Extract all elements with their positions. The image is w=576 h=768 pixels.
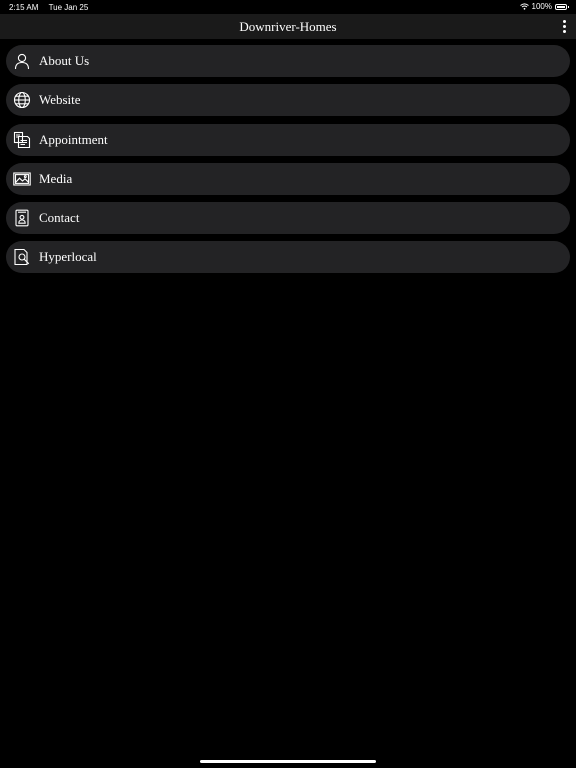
wifi-icon bbox=[519, 3, 529, 10]
menu-item-label: Hyperlocal bbox=[39, 249, 97, 265]
menu-item-contact[interactable]: Contact bbox=[6, 202, 570, 235]
menu-item-label: Media bbox=[39, 170, 73, 186]
menu-list: About Us Website Appointment Media Conta… bbox=[6, 45, 570, 281]
contact-card-icon bbox=[12, 208, 32, 228]
home-indicator[interactable] bbox=[200, 760, 376, 763]
menu-item-website[interactable]: Website bbox=[6, 84, 570, 117]
image-icon bbox=[12, 169, 32, 189]
menu-item-media[interactable]: Media bbox=[6, 162, 570, 195]
menu-item-appointment[interactable]: Appointment bbox=[6, 123, 570, 156]
battery-level bbox=[557, 5, 565, 8]
document-search-icon bbox=[12, 247, 32, 267]
status-bar: 2:15 AM Tue Jan 25 100% bbox=[0, 0, 576, 14]
battery-icon bbox=[555, 3, 569, 10]
status-time: 2:15 AM bbox=[9, 3, 39, 12]
menu-item-label: Contact bbox=[39, 210, 80, 226]
menu-item-label: Appointment bbox=[39, 131, 108, 147]
documents-icon bbox=[12, 130, 32, 150]
person-icon bbox=[12, 51, 32, 71]
battery-percent: 100% bbox=[531, 2, 552, 11]
status-left: 2:15 AM Tue Jan 25 bbox=[9, 3, 88, 12]
more-options-button[interactable] bbox=[560, 17, 568, 35]
menu-item-label: About Us bbox=[39, 53, 90, 68]
status-date: Tue Jan 25 bbox=[48, 3, 89, 12]
vertical-ellipsis-icon bbox=[562, 19, 566, 23]
globe-icon bbox=[12, 90, 32, 110]
menu-item-label: Website bbox=[39, 92, 81, 108]
nav-bar: Downriver-Homes bbox=[0, 14, 576, 39]
menu-item-about-us[interactable]: About Us bbox=[6, 45, 570, 77]
page-title: Downriver-Homes bbox=[239, 19, 337, 34]
status-right: 100% bbox=[519, 2, 569, 11]
menu-item-hyperlocal[interactable]: Hyperlocal bbox=[6, 241, 570, 274]
